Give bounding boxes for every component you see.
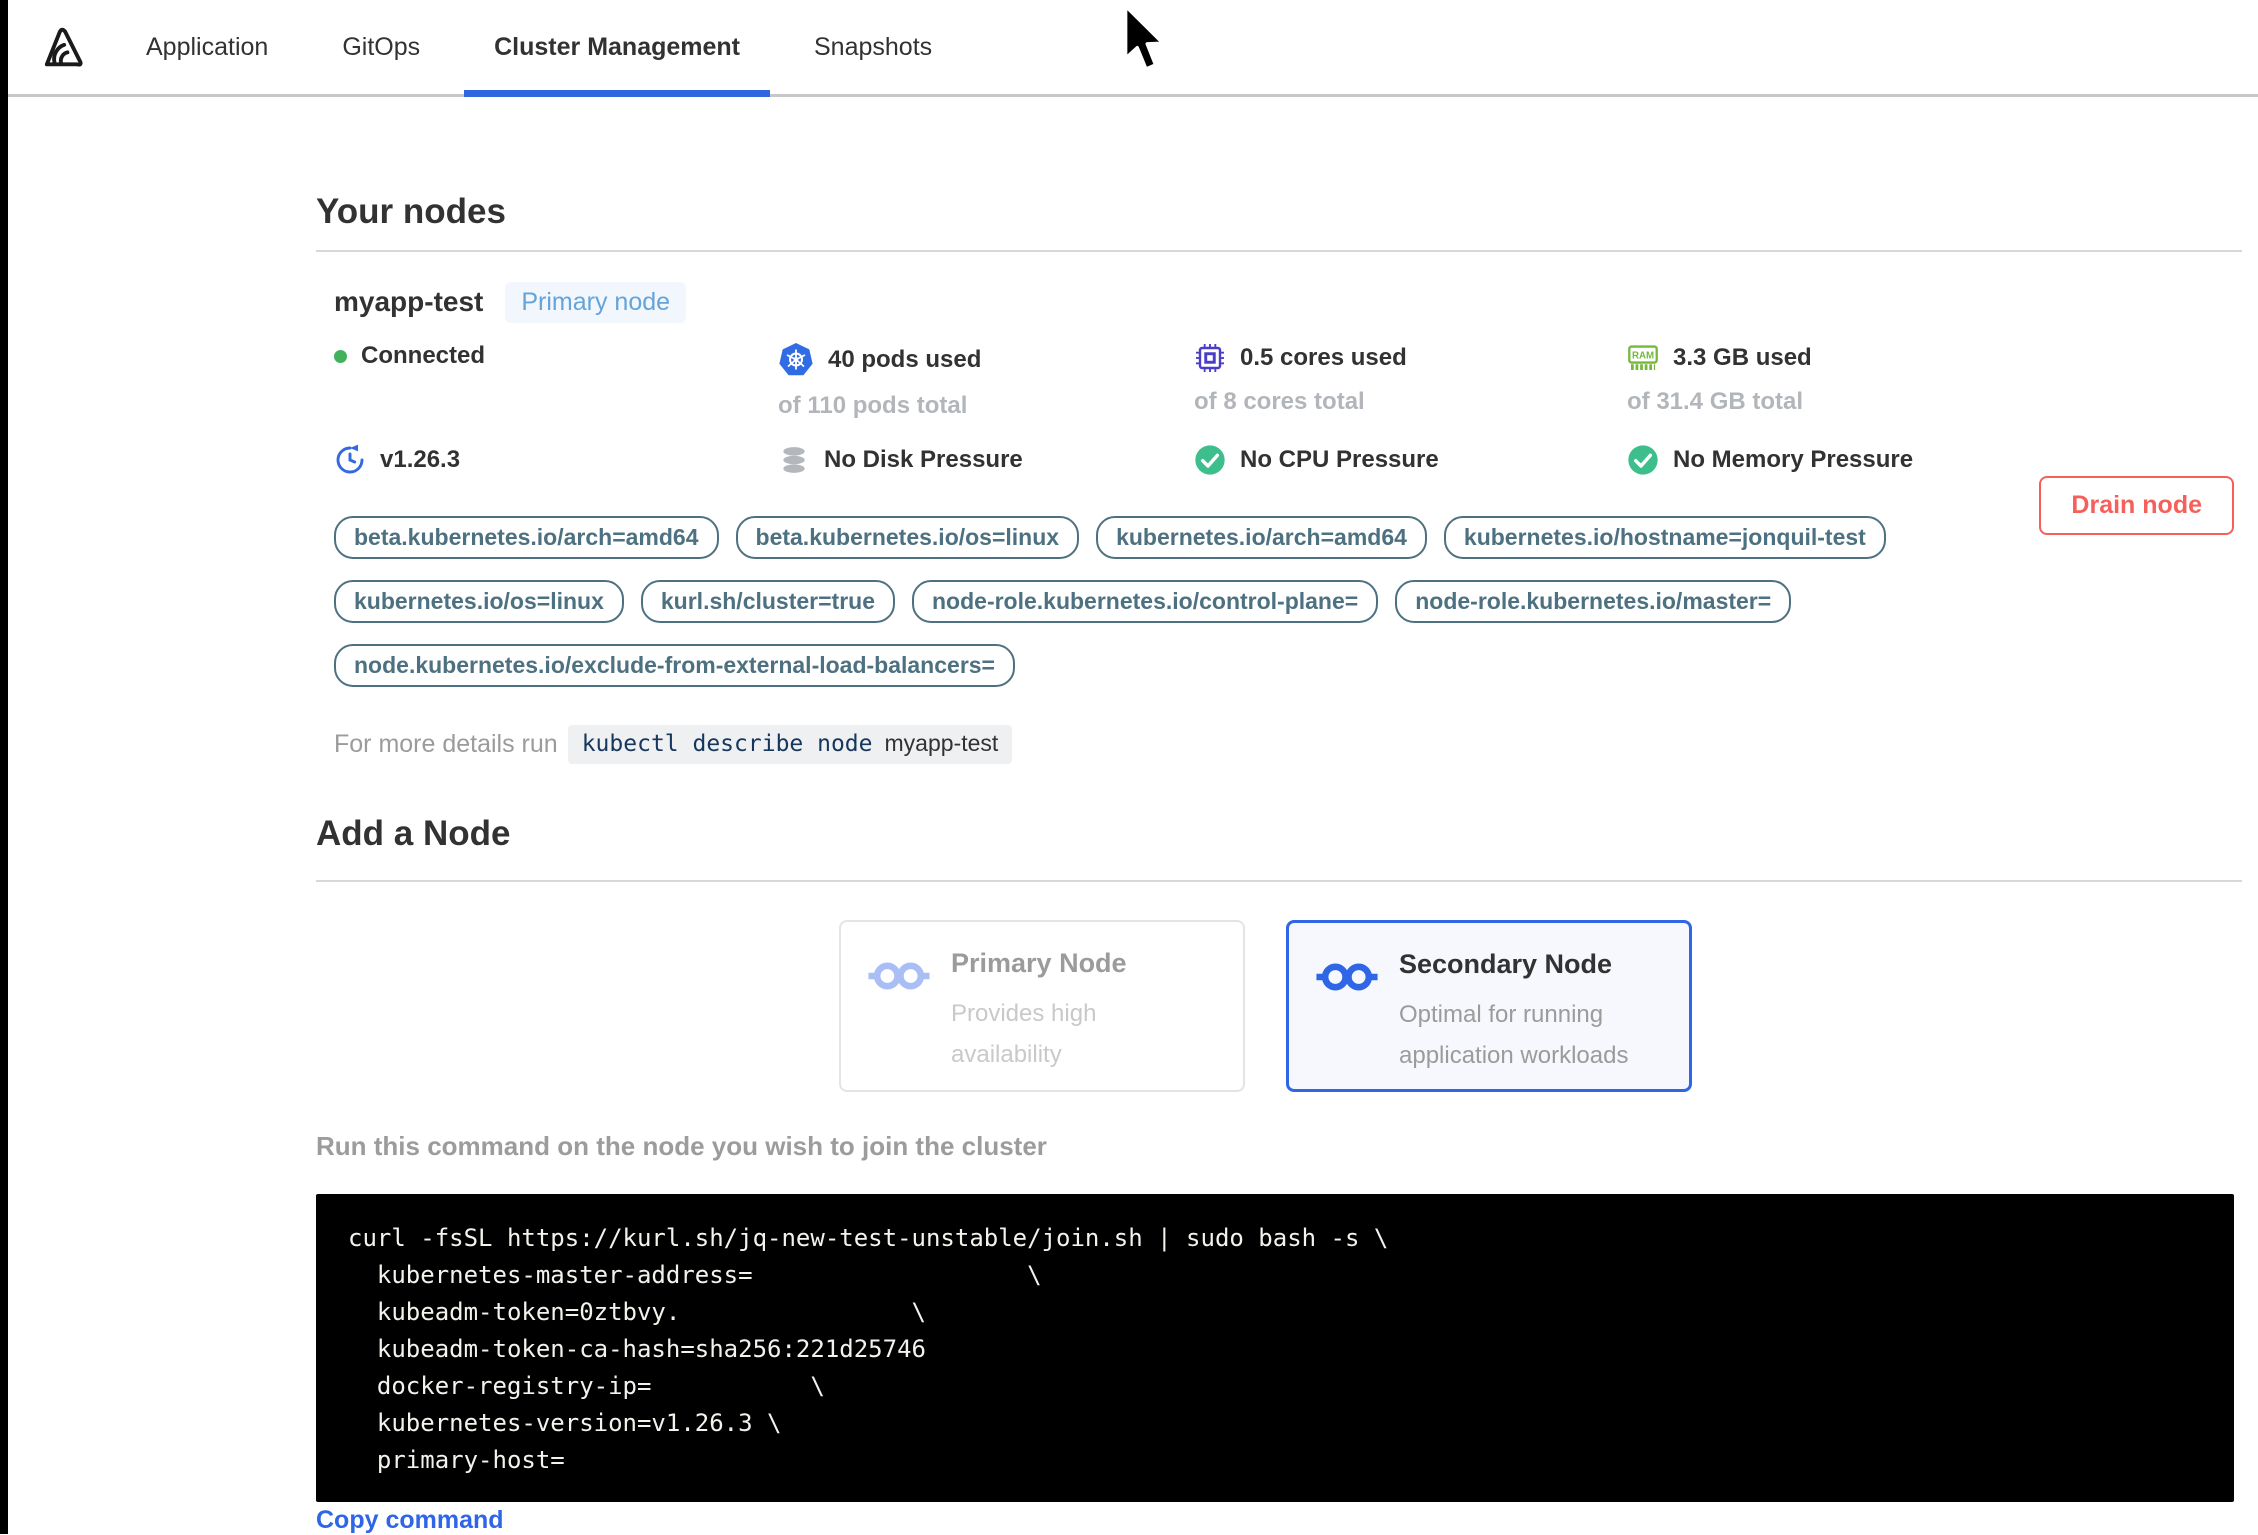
node-labels: beta.kubernetes.io/arch=amd64 beta.kuber… bbox=[334, 516, 2242, 687]
node-type-options: Primary Node Provides high availability … bbox=[839, 920, 1692, 1092]
node-status: Connected bbox=[361, 342, 486, 369]
svg-text:RAM: RAM bbox=[1632, 351, 1654, 362]
memory-total: of 31.4 GB total bbox=[1627, 388, 1804, 415]
app-logo[interactable] bbox=[8, 0, 116, 94]
node-name: myapp-test bbox=[334, 286, 484, 317]
top-navigation: Application GitOps Cluster Management Sn… bbox=[8, 0, 2258, 97]
check-circle-icon bbox=[1628, 445, 1658, 475]
tab-cluster-management[interactable]: Cluster Management bbox=[464, 0, 770, 97]
section-divider bbox=[316, 250, 2242, 252]
node-card: myapp-test Primary node Connected 40 pod… bbox=[334, 280, 2242, 764]
join-command-block[interactable]: curl -fsSL https://kurl.sh/jq-new-test-u… bbox=[316, 1194, 2234, 1502]
kubectl-command-text: kubectl describe node bbox=[581, 731, 873, 757]
command-line: kubeadm-token-ca-hash=sha256:221d25746 bbox=[348, 1335, 926, 1363]
command-line: kubernetes-master-address= \ bbox=[348, 1261, 1042, 1289]
node-label-tag: node.kubernetes.io/exclude-from-external… bbox=[334, 644, 1015, 687]
cores-total: of 8 cores total bbox=[1194, 388, 1365, 415]
primary-node-option[interactable]: Primary Node Provides high availability bbox=[839, 920, 1245, 1092]
ram-icon: RAM bbox=[1628, 345, 1658, 370]
drain-node-button[interactable]: Drain node bbox=[2039, 476, 2234, 535]
cores-used: 0.5 cores used bbox=[1240, 344, 1407, 371]
tab-snapshots[interactable]: Snapshots bbox=[784, 0, 962, 94]
cpu-icon bbox=[1196, 344, 1224, 372]
node-label-tag: kurl.sh/cluster=true bbox=[640, 580, 895, 623]
command-line: kubernetes-version=v1.26.3 \ bbox=[348, 1409, 782, 1437]
join-command-instruction: Run this command on the node you wish to… bbox=[316, 1131, 1047, 1161]
screen-edge-strip bbox=[0, 0, 8, 1534]
section-divider bbox=[316, 880, 2242, 882]
disk-pressure-label: No Disk Pressure bbox=[824, 446, 1023, 473]
node-label-tag: kubernetes.io/hostname=jonquil-test bbox=[1443, 516, 1886, 559]
kubernetes-icon bbox=[779, 343, 813, 376]
node-label-tag: node-role.kubernetes.io/master= bbox=[1395, 580, 1792, 623]
primary-node-option-title: Primary Node bbox=[951, 948, 1127, 978]
kubectl-command-pill: kubectl describe node myapp-test bbox=[567, 725, 1013, 764]
command-line: docker-registry-ip= \ bbox=[348, 1372, 825, 1400]
node-label-tag: kubernetes.io/arch=amd64 bbox=[1096, 516, 1427, 559]
node-join-icon bbox=[1316, 963, 1378, 991]
details-hint-text: For more details run bbox=[334, 730, 558, 758]
tab-gitops[interactable]: GitOps bbox=[312, 0, 450, 94]
memory-used: 3.3 GB used bbox=[1673, 344, 1812, 371]
node-version: v1.26.3 bbox=[380, 446, 461, 473]
replicated-logo-icon bbox=[44, 27, 83, 67]
node-label-tag: beta.kubernetes.io/arch=amd64 bbox=[334, 516, 719, 559]
node-label-tag: beta.kubernetes.io/os=linux bbox=[735, 516, 1080, 559]
primary-node-option-desc: Provides high availability bbox=[951, 1000, 1097, 1068]
connected-status-dot bbox=[334, 349, 347, 363]
secondary-node-option[interactable]: Secondary Node Optimal for running appli… bbox=[1286, 920, 1692, 1092]
copy-command-link[interactable]: Copy command bbox=[316, 1506, 504, 1535]
add-node-heading: Add a Node bbox=[316, 814, 511, 853]
your-nodes-heading: Your nodes bbox=[316, 192, 506, 231]
version-refresh-icon bbox=[336, 444, 364, 474]
tab-application[interactable]: Application bbox=[116, 0, 298, 94]
command-line: curl -fsSL https://kurl.sh/jq-new-test-u… bbox=[348, 1224, 1389, 1252]
node-join-icon bbox=[868, 962, 930, 990]
secondary-node-option-desc: Optimal for running application workload… bbox=[1399, 1001, 1629, 1069]
pods-total: of 110 pods total bbox=[778, 392, 968, 419]
node-label-tag: kubernetes.io/os=linux bbox=[334, 580, 624, 623]
cpu-pressure-label: No CPU Pressure bbox=[1240, 446, 1439, 473]
nav-tabs: Application GitOps Cluster Management Sn… bbox=[116, 0, 976, 97]
disk-icon bbox=[783, 447, 805, 473]
kubectl-command-node: myapp-test bbox=[884, 730, 999, 756]
node-label-tag: node-role.kubernetes.io/control-plane= bbox=[912, 580, 1379, 623]
primary-node-badge: Primary node bbox=[505, 281, 687, 323]
pods-used: 40 pods used bbox=[828, 346, 982, 373]
command-line: kubeadm-token=0ztbvy. \ bbox=[348, 1298, 926, 1326]
check-circle-icon bbox=[1195, 445, 1225, 475]
command-line: primary-host= bbox=[348, 1446, 565, 1474]
secondary-node-option-title: Secondary Node bbox=[1399, 949, 1613, 979]
memory-pressure-label: No Memory Pressure bbox=[1673, 446, 1914, 473]
